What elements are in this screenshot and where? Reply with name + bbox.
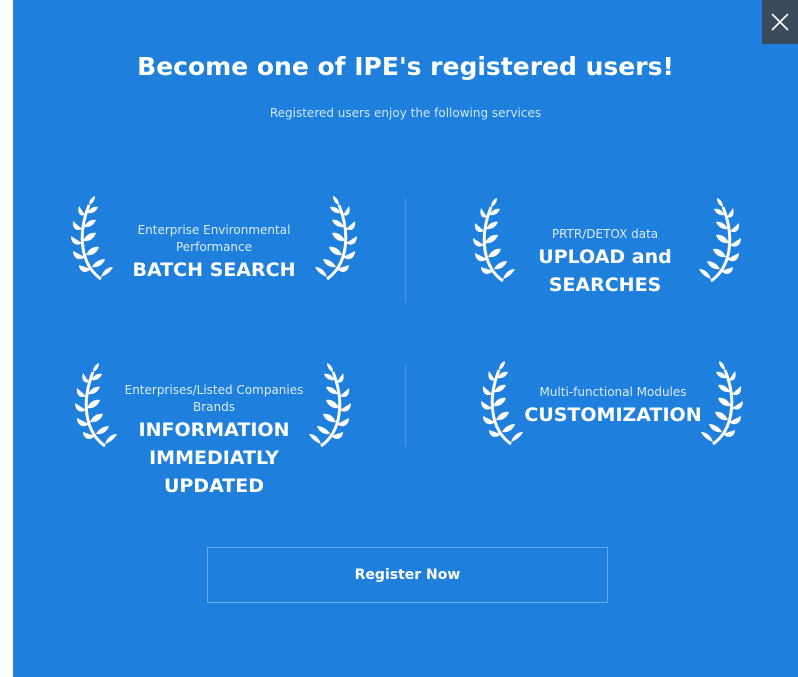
feature-small-text: PRTR/DETOX data bbox=[551, 227, 659, 241]
feature-upload-searches: PRTR/DETOX data UPLOAD and SEARCHES bbox=[505, 226, 705, 299]
close-icon bbox=[771, 13, 789, 31]
feature-small-text: Enterprises/Listed Companies bbox=[124, 383, 304, 397]
feature-small-text: Multi-functional Modules bbox=[539, 385, 687, 399]
feature-headline: CUSTOMIZATION bbox=[524, 404, 702, 426]
feature-batch-search: Enterprise Environmental Performance BAT… bbox=[101, 222, 327, 284]
registration-modal: Become one of IPE's registered users! Re… bbox=[13, 0, 798, 677]
feature-headline: IMMEDIATLY bbox=[149, 447, 279, 469]
modal-title: Become one of IPE's registered users! bbox=[137, 52, 674, 81]
feature-small-text: Enterprise Environmental bbox=[137, 223, 291, 237]
feature-headline: BATCH SEARCH bbox=[132, 259, 296, 281]
divider bbox=[405, 365, 406, 447]
modal-subtitle: Registered users enjoy the following ser… bbox=[269, 106, 542, 120]
close-button[interactable] bbox=[762, 0, 798, 44]
feature-headline: SEARCHES bbox=[548, 274, 662, 296]
divider bbox=[405, 198, 406, 303]
feature-customization: Multi-functional Modules CUSTOMIZATION bbox=[503, 384, 723, 429]
register-now-button[interactable]: Register Now bbox=[207, 547, 608, 603]
feature-small-text: Brands bbox=[193, 400, 235, 414]
feature-headline: INFORMATION bbox=[138, 419, 290, 441]
feature-information-updated: Enterprises/Listed Companies Brands INFO… bbox=[79, 382, 349, 500]
feature-small-text: Performance bbox=[175, 240, 253, 254]
feature-headline: UPDATED bbox=[163, 475, 265, 497]
feature-headline: UPLOAD and bbox=[538, 246, 672, 268]
